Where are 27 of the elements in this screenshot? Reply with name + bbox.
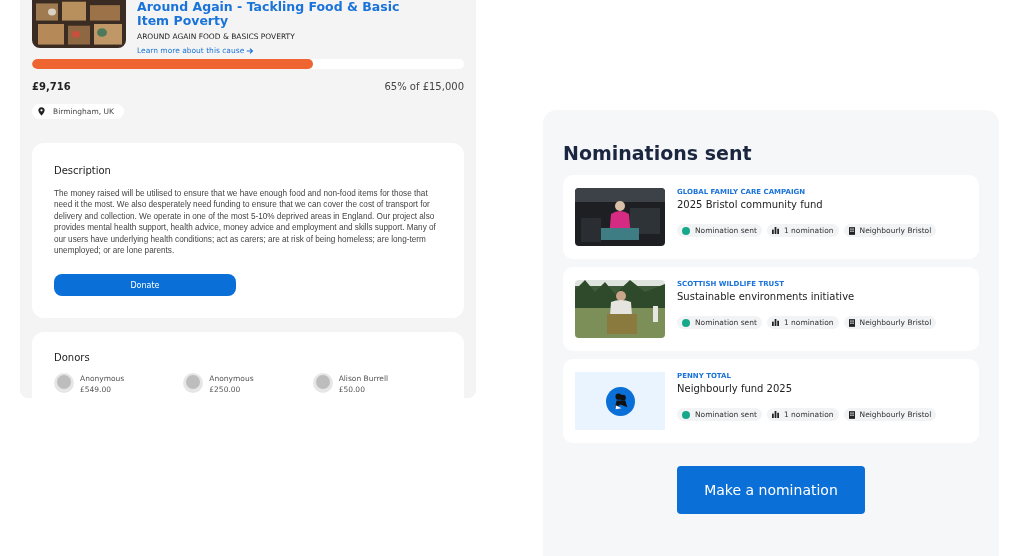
status-dot-icon (682, 410, 690, 419)
section-heading: Donors (54, 352, 91, 364)
avatar-icon (183, 373, 204, 394)
status-dot-icon (682, 226, 690, 235)
bar-chart-icon (771, 319, 779, 326)
section-heading: Description (54, 165, 112, 176)
donate-button[interactable]: Donate (54, 274, 236, 297)
building-icon (848, 410, 855, 419)
make-nomination-button[interactable]: Make a nomination (677, 466, 865, 514)
avatar-icon (312, 373, 333, 394)
status-dot-icon (682, 318, 690, 327)
pin-icon (38, 107, 45, 116)
people-icon (605, 386, 635, 416)
description-text: The money raised will be utilised to ensure that we have enough food and non-food items for those that need it the most. We also desperately need funding to ensure that we can cover the cost of transport for delivery and collection. We operate in one of the most 5-10% deprived areas in England. Our project also provides mental health support, health advice, money advice and employment and skills support. Many of our users have underlying health conditions; act as carers; are at risk of being homeless; are long-term unemployed; or are lone parents. (54, 188, 437, 257)
section-title: Nominations sent (563, 142, 753, 164)
raised-amount: £9,716 (32, 81, 71, 92)
avatar-icon (54, 373, 74, 394)
building-icon (848, 226, 855, 235)
bar-chart-icon (771, 411, 779, 418)
building-icon (848, 318, 855, 327)
arrow-icon (246, 46, 255, 55)
fund-title: Neighbourly fund 2025 (677, 383, 794, 394)
target-amount: 65% of £15,000 (384, 81, 464, 92)
cause-title: Around Again - Tackling Food & Basic Item Poverty (137, 0, 401, 28)
fund-title: Sustainable environments initiative (677, 291, 856, 302)
fund-title: 2025 Bristol community fund (677, 199, 824, 210)
bar-chart-icon (771, 227, 779, 234)
